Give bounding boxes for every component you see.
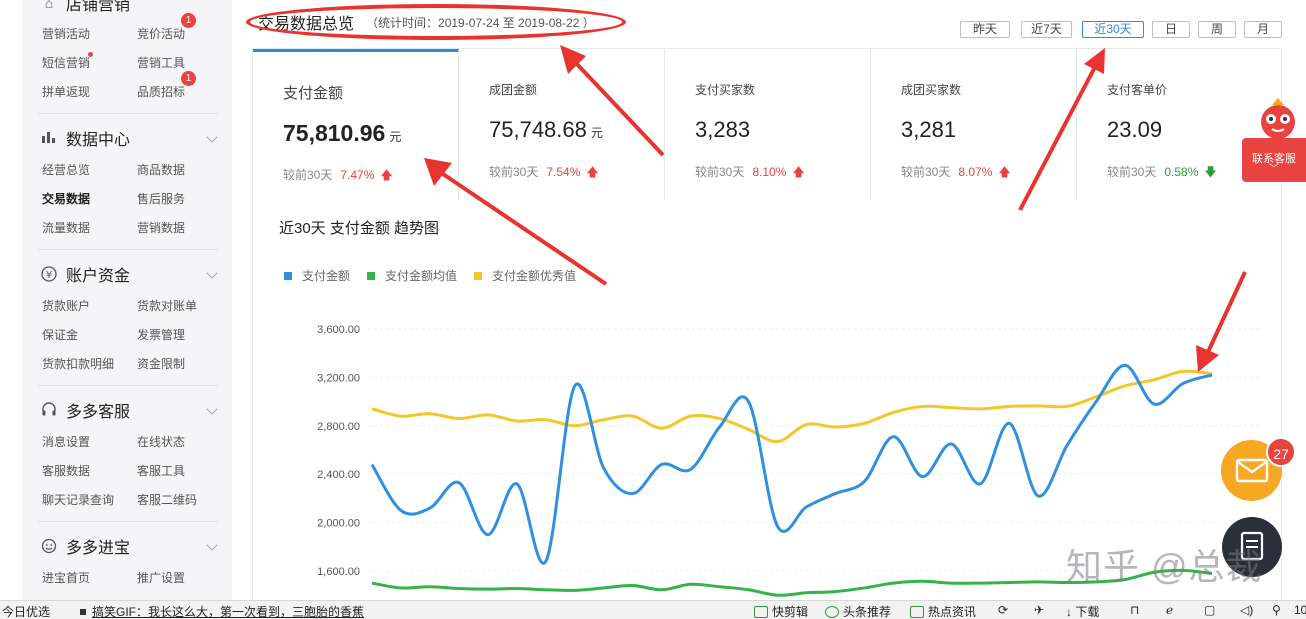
y-tick-label: 2,400.00: [317, 469, 360, 481]
zoom-icon[interactable]: ⚲: [1272, 603, 1281, 617]
refresh-icon[interactable]: ⟳: [998, 603, 1008, 617]
y-tick-label: 3,600.00: [317, 324, 360, 336]
contact-support-button[interactable]: 联系客服 ﹀: [1242, 138, 1306, 182]
annotation-arrow-line: [573, 60, 665, 157]
y-axis-ticks: 3,600.00 3,200.00 2,800.00 2,400.00 2,000.00…: [317, 324, 360, 578]
chevron-down-icon: ﹀: [1269, 164, 1279, 175]
y-tick-label: 2,000.00: [317, 518, 360, 530]
pin-icon[interactable]: ✈: [1034, 603, 1044, 617]
annotation-arrow-line: [1206, 271, 1247, 353]
taskbar-quick-edit[interactable]: 快剪辑: [754, 603, 808, 619]
video-edit-icon: [754, 606, 768, 618]
series-line-payment: [370, 363, 1213, 565]
y-tick-label: 1,600.00: [317, 566, 360, 578]
zoom-level: 10: [1294, 603, 1306, 617]
news-ticker[interactable]: 搞笑GIF：我长这么大，第一次看到，三胞胎的香蕉: [80, 603, 364, 619]
browser-icon[interactable]: ℯ: [1166, 603, 1173, 617]
annotation-arrows: [424, 45, 1247, 372]
trend-chart[interactable]: 3,600.00 3,200.00 2,800.00 2,400.00 2,000.00…: [0, 0, 1306, 600]
y-tick-label: 3,200.00: [317, 372, 360, 384]
taskbar-hot-news[interactable]: 热点资讯: [910, 603, 976, 619]
annotation-arrow-line: [1018, 64, 1098, 211]
annotation-arrow-line: [438, 170, 608, 286]
unread-count-badge: 27: [1266, 437, 1296, 467]
annotation-arrow-head: [424, 158, 452, 186]
series-line-payment-excellent: [371, 369, 1213, 444]
taskbar-headline-recommend[interactable]: 头条推荐: [825, 603, 891, 619]
screen-icon[interactable]: ▢: [1204, 603, 1215, 617]
mascot-icon: [1261, 98, 1295, 139]
window-icon[interactable]: ⊓: [1130, 603, 1139, 617]
news-icon: [910, 606, 924, 618]
y-tick-label: 2,800.00: [317, 421, 360, 433]
volume-icon[interactable]: ◁): [1240, 603, 1253, 617]
taskbar-download[interactable]: ↓ 下载: [1066, 603, 1099, 619]
download-icon: ↓: [1066, 605, 1072, 619]
play-icon: [825, 606, 839, 618]
watermark: 知乎 @总裁: [1066, 546, 1263, 587]
taskbar-today-picks[interactable]: 今日优选: [2, 603, 50, 619]
bullet-icon: [80, 609, 86, 615]
browser-status-bar: 今日优选 搞笑GIF：我长这么大，第一次看到，三胞胎的香蕉 快剪辑 头条推荐 热…: [0, 600, 1306, 619]
